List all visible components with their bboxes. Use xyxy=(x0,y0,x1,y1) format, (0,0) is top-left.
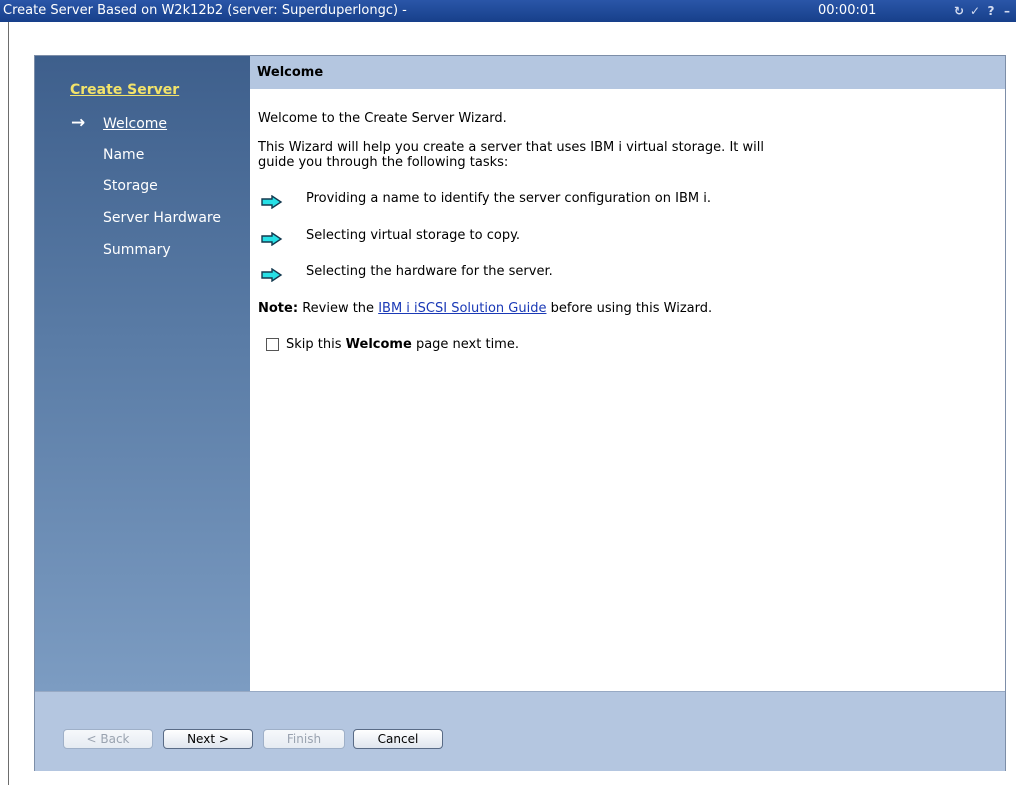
minimize-icon[interactable]: – xyxy=(1000,0,1014,22)
note-line: Note: Review the IBM i iSCSI Solution Gu… xyxy=(258,301,712,316)
edit-icon[interactable]: ✓ xyxy=(968,0,982,22)
wizard-content: Welcome Welcome to the Create Server Wiz… xyxy=(250,56,1005,691)
note-label: Note: xyxy=(258,301,299,316)
task-item-name: Providing a name to identify the server … xyxy=(306,191,711,206)
skip-text-before: Skip this xyxy=(286,337,342,352)
window-controls: ↻ ✓ ? – □ xyxy=(952,0,1016,22)
task-arrow-icon xyxy=(261,232,283,246)
task-arrow-icon xyxy=(261,268,283,282)
nav-item-server-hardware: Server Hardware xyxy=(103,210,221,226)
page-title: Welcome xyxy=(250,56,1005,89)
skip-welcome-checkbox[interactable] xyxy=(266,338,279,351)
task-arrow-icon xyxy=(261,195,283,209)
nav-item-summary: Summary xyxy=(103,242,171,258)
help-icon[interactable]: ? xyxy=(984,0,998,22)
refresh-icon[interactable]: ↻ xyxy=(952,0,966,22)
skip-text-after: page next time. xyxy=(415,337,519,352)
page-left-border xyxy=(8,22,9,785)
solution-guide-link[interactable]: IBM i iSCSI Solution Guide xyxy=(378,301,546,316)
wizard-nav-panel: Create Server → Welcome Name Storage Ser… xyxy=(35,56,250,691)
nav-item-storage: Storage xyxy=(103,178,158,194)
note-text-after: before using this Wizard. xyxy=(550,301,713,316)
window-title-bar: Create Server Based on W2k12b2 (server: … xyxy=(0,0,1016,22)
task-item-storage: Selecting virtual storage to copy. xyxy=(306,228,521,243)
cancel-button[interactable]: Cancel xyxy=(353,729,443,749)
intro-text: Welcome to the Create Server Wizard. xyxy=(258,111,507,126)
elapsed-timer: 00:00:01 xyxy=(818,3,877,18)
nav-title-create-server[interactable]: Create Server xyxy=(70,82,179,98)
wizard-footer: < Back Next > Finish Cancel xyxy=(35,691,1005,771)
next-button[interactable]: Next > xyxy=(163,729,253,749)
nav-item-welcome[interactable]: Welcome xyxy=(103,116,167,132)
note-text-before: Review the xyxy=(302,301,375,316)
task-item-hardware: Selecting the hardware for the server. xyxy=(306,264,553,279)
window-title: Create Server Based on W2k12b2 (server: … xyxy=(3,3,407,18)
description-line-2: guide you through the following tasks: xyxy=(258,155,509,170)
description-line-1: This Wizard will help you create a serve… xyxy=(258,140,764,155)
skip-text-bold: Welcome xyxy=(345,337,412,352)
nav-item-name: Name xyxy=(103,147,145,163)
finish-button[interactable]: Finish xyxy=(263,729,345,749)
back-button[interactable]: < Back xyxy=(63,729,153,749)
create-server-wizard: Create Server → Welcome Name Storage Ser… xyxy=(34,55,1006,771)
skip-welcome-label[interactable]: Skip this Welcome page next time. xyxy=(286,337,519,352)
current-step-arrow-icon: → xyxy=(71,113,86,133)
